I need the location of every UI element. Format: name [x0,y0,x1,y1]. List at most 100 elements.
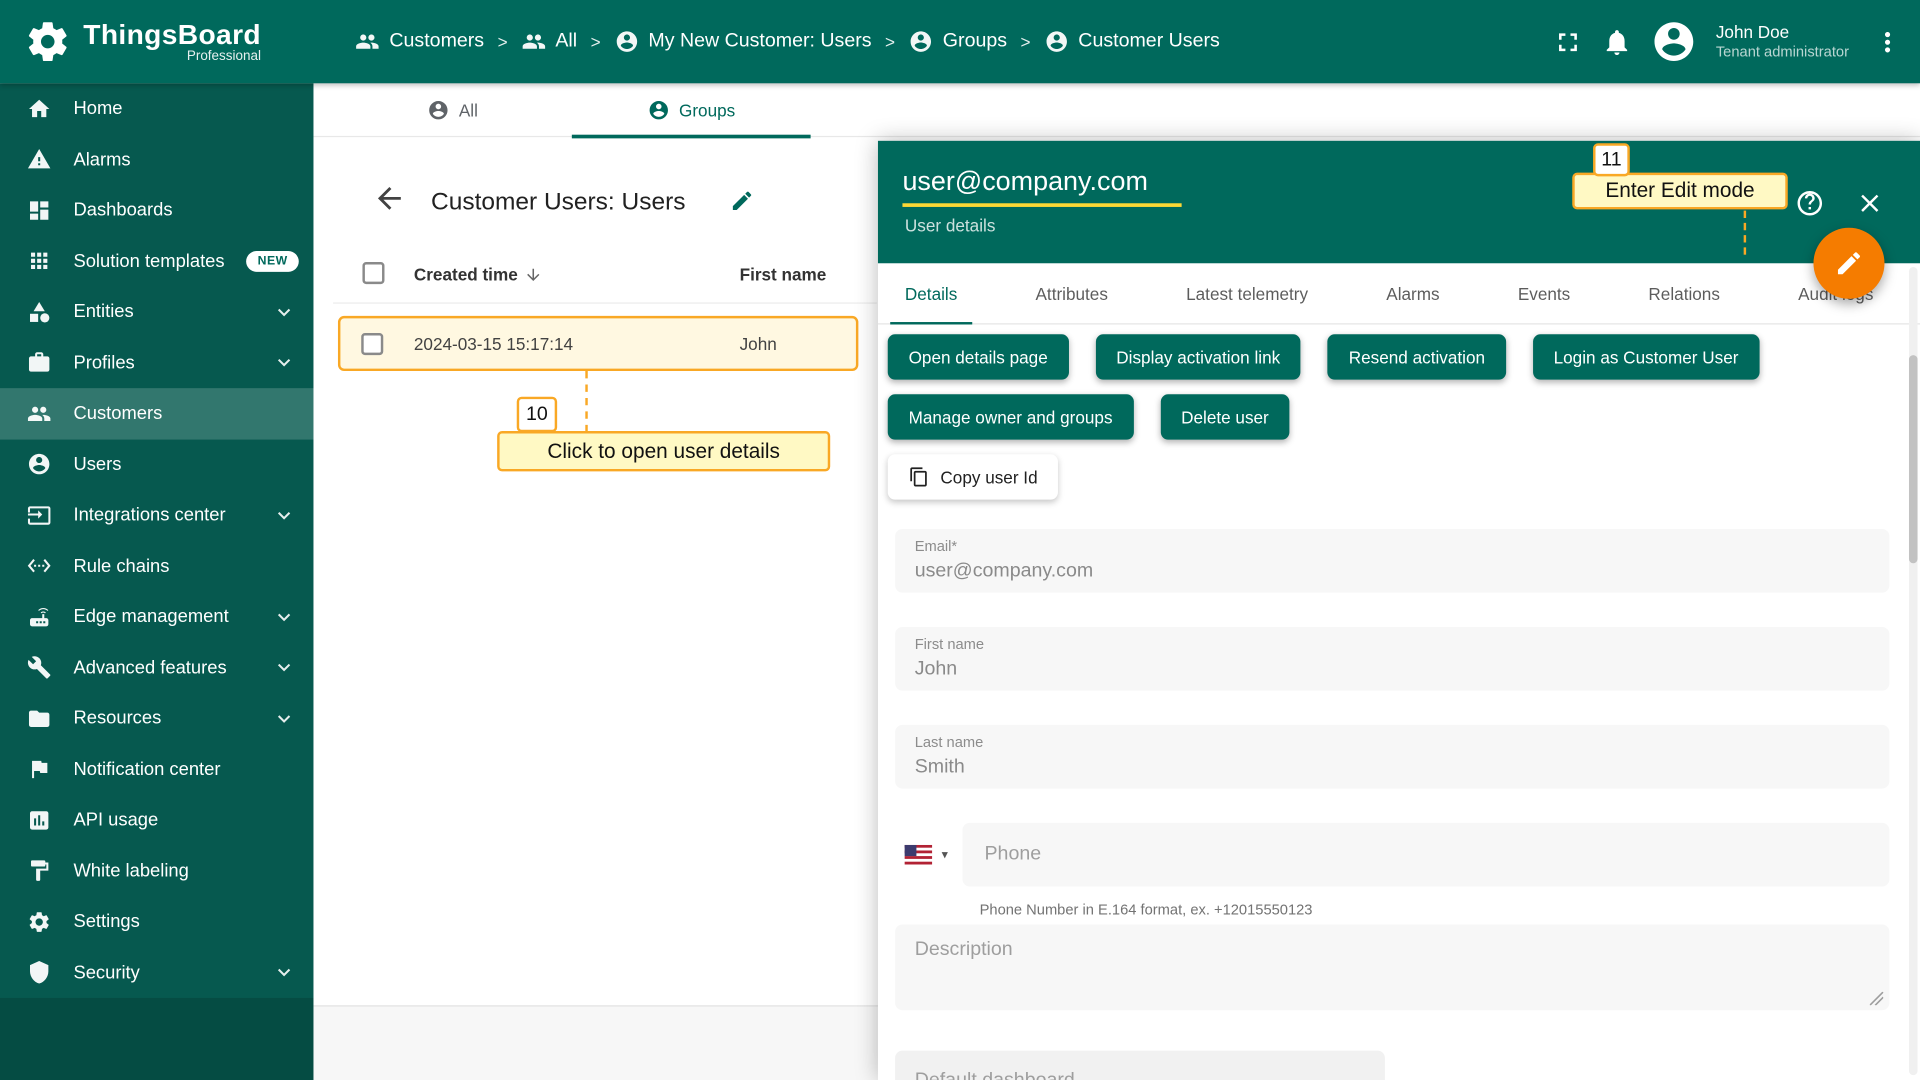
people-icon [27,401,51,425]
login-as-customer-user-button[interactable]: Login as Customer User [1533,334,1759,379]
scrollbar-thumb[interactable] [1909,355,1918,563]
phone-hint: Phone Number in E.164 format, ex. +12015… [980,901,1313,918]
app-window: ThingsBoard Professional Customers > All… [0,0,1920,1080]
drawer-tabs: Details Attributes Latest telemetry Alar… [878,263,1920,324]
breadcrumb-separator: > [591,32,601,52]
edit-fab-button[interactable] [1813,228,1884,299]
column-header-created-time[interactable]: Created time [414,264,542,284]
breadcrumb-groups[interactable]: Groups [909,29,1008,53]
sidebar: Home Alarms Dashboards Solution template… [0,83,313,1080]
sidebar-item-rule-chains[interactable]: Rule chains [0,541,313,592]
description-field [895,924,1889,1010]
row-checkbox[interactable] [361,332,383,354]
sidebar-item-label: Home [73,98,296,119]
email-value: user@company.com [915,560,1870,583]
sidebar-item-label: Notification center [73,759,296,780]
top-bar-actions: John Doe Tenant administrator [1553,18,1920,65]
user-details-drawer: user@company.com User details Details At… [878,141,1920,1080]
email-label: Email* [915,538,1870,555]
drawer-copy-row: Copy user Id [888,454,1059,499]
fullscreen-icon[interactable] [1553,26,1584,57]
tab-relations[interactable]: Relations [1634,263,1735,323]
breadcrumb-my-new-customer-users[interactable]: My New Customer: Users [614,29,871,53]
phone-country-selector[interactable]: ▾ [895,823,964,887]
tab-attributes[interactable]: Attributes [1021,263,1123,323]
chevron-down-icon [272,605,296,629]
briefcase-icon [27,351,51,375]
notifications-bell-icon[interactable] [1602,26,1633,57]
sidebar-item-security[interactable]: Security [0,947,313,998]
back-arrow-icon[interactable] [372,181,406,215]
user-info[interactable]: John Doe Tenant administrator [1716,21,1849,62]
resize-handle-icon[interactable] [1870,992,1883,1005]
breadcrumb-separator: > [1021,32,1031,52]
person-circle-icon [27,452,51,476]
default-dashboard-field[interactable]: Default dashboard [895,1051,1385,1080]
copy-user-id-button[interactable]: Copy user Id [888,454,1059,499]
category-icon [27,300,51,324]
tab-latest-telemetry[interactable]: Latest telemetry [1171,263,1322,323]
help-icon[interactable] [1795,189,1824,218]
last-name-label: Last name [915,733,1870,750]
sidebar-item-profiles[interactable]: Profiles [0,337,313,388]
resend-activation-button[interactable]: Resend activation [1328,334,1506,379]
person-circle-icon [1044,29,1068,53]
breadcrumb: Customers > All > My New Customer: Users… [313,29,1553,53]
column-label: Created time [414,264,518,284]
tab-alarms[interactable]: Alarms [1372,263,1455,323]
column-header-first-name[interactable]: First name [740,264,827,284]
flag-icon [27,757,51,781]
sidebar-item-label: Alarms [73,149,296,170]
chevron-down-icon [272,503,296,527]
tab-events[interactable]: Events [1503,263,1585,323]
open-details-page-button[interactable]: Open details page [888,334,1069,379]
sidebar-item-integrations-center[interactable]: Integrations center [0,490,313,541]
sidebar-item-settings[interactable]: Settings [0,896,313,947]
phone-field [962,823,1889,887]
breadcrumb-customer-users[interactable]: Customer Users [1044,29,1220,53]
annotation-callout-10: Click to open user details [497,431,830,471]
sidebar-item-label: Entities [73,302,249,323]
table-row-user-john[interactable]: 2024-03-15 15:17:14 John [338,316,858,371]
sidebar-item-users[interactable]: Users [0,439,313,490]
avatar[interactable] [1651,18,1698,65]
sidebar-item-resources[interactable]: Resources [0,693,313,744]
tab-all[interactable]: All [333,83,572,137]
tab-details[interactable]: Details [890,263,972,323]
breadcrumb-separator: > [885,32,895,52]
breadcrumb-all[interactable]: All [521,29,577,53]
chevron-down-icon [272,300,296,324]
description-input[interactable] [915,939,1870,995]
sidebar-item-white-labeling[interactable]: White labeling [0,846,313,897]
breadcrumb-customers[interactable]: Customers [355,29,484,53]
phone-input[interactable] [982,842,1870,866]
warning-icon [27,147,51,171]
kebab-menu-icon[interactable] [1872,26,1903,57]
sidebar-item-label: Resources [73,708,249,729]
edit-group-name-icon[interactable] [730,189,754,213]
sidebar-item-notification-center[interactable]: Notification center [0,744,313,795]
sidebar-item-solution-templates[interactable]: Solution templates NEW [0,236,313,287]
tab-groups[interactable]: Groups [572,83,811,137]
sidebar-item-dashboards[interactable]: Dashboards [0,185,313,236]
table-header-divider [333,302,877,303]
sidebar-item-home[interactable]: Home [0,83,313,134]
gear-icon [27,909,51,933]
display-activation-link-button[interactable]: Display activation link [1095,334,1301,379]
drawer-scrollbar [1909,267,1918,1075]
select-all-checkbox[interactable] [362,262,384,284]
sidebar-item-advanced-features[interactable]: Advanced features [0,642,313,693]
sidebar-item-api-usage[interactable]: API usage [0,795,313,846]
sort-descending-icon [524,265,542,283]
user-name: John Doe [1716,21,1849,43]
sidebar-item-entities[interactable]: Entities [0,287,313,338]
cell-first-name: John [740,334,777,354]
sidebar-item-edge-management[interactable]: Edge management [0,591,313,642]
manage-owner-and-groups-button[interactable]: Manage owner and groups [888,394,1134,439]
delete-user-button[interactable]: Delete user [1160,394,1289,439]
sidebar-item-customers[interactable]: Customers [0,388,313,439]
sidebar-item-alarms[interactable]: Alarms [0,134,313,185]
close-icon[interactable] [1855,189,1884,218]
sidebar-item-label: Settings [73,911,296,932]
app-logo[interactable]: ThingsBoard Professional [0,18,313,65]
